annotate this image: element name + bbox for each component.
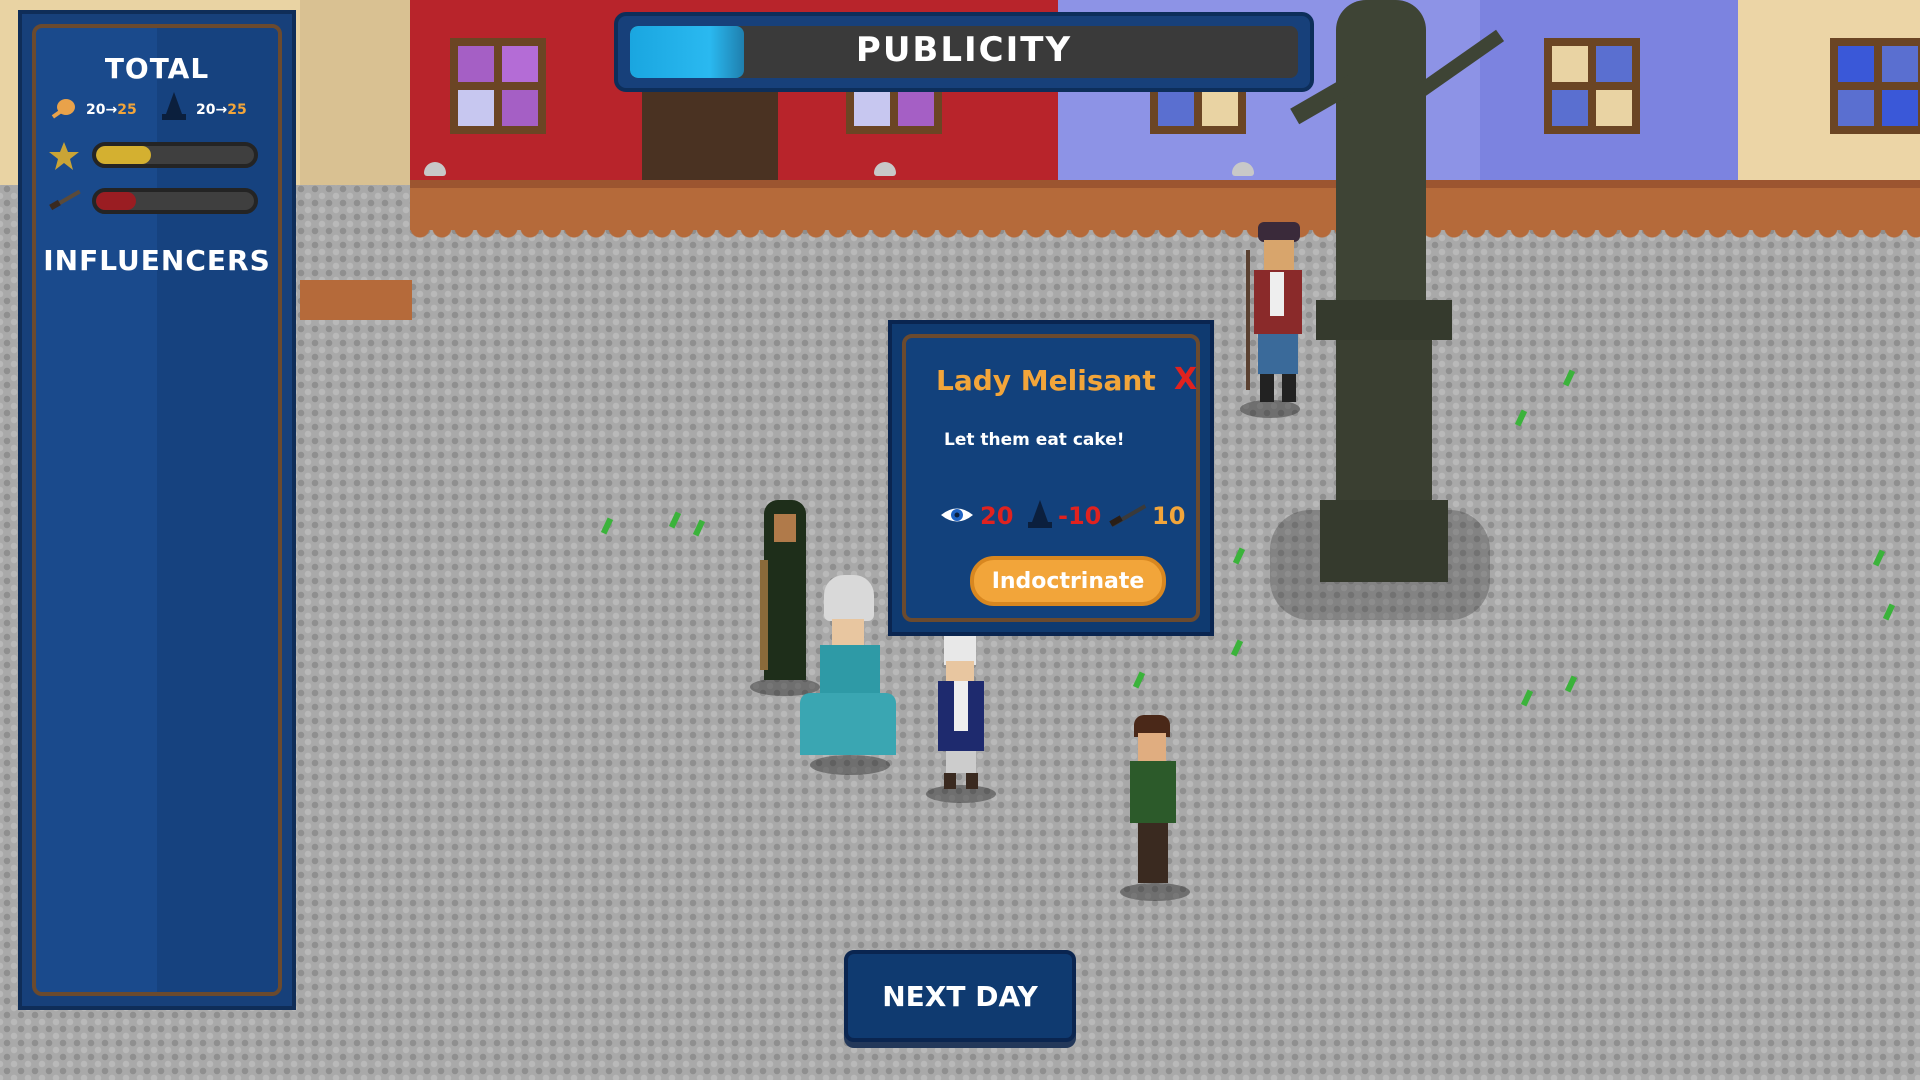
musket-icon [48, 188, 82, 212]
influencers-title: INFLUENCERS [43, 244, 271, 277]
food-stat: 20→25 [86, 102, 137, 118]
commoner[interactable] [1120, 715, 1190, 905]
food-stat-arrow: → [105, 102, 118, 118]
stats-panel: TOTAL 20→25 20→25 INFLUENCERS [18, 10, 296, 1010]
building-cream-side [300, 0, 412, 185]
star-icon [48, 140, 80, 172]
character-dialog: Lady Melisant X Let them eat cake! 20 -1… [888, 320, 1214, 636]
building-door [642, 90, 778, 190]
influence-stats: 20 -10 10 [940, 500, 1200, 530]
next-day-button[interactable]: NEXT DAY [844, 950, 1076, 1042]
peasant-with-pitchfork[interactable] [1230, 222, 1320, 422]
character-name: Lady Melisant [936, 364, 1156, 397]
food-stat-to: 25 [117, 102, 137, 118]
force-bar [92, 188, 258, 214]
force-bar-fill [96, 192, 136, 210]
dirt-road-left [300, 280, 412, 320]
clergy-stat: 20→25 [196, 102, 247, 118]
publicity-effect-value: 20 [980, 502, 1014, 530]
food-stat-from: 20 [86, 102, 106, 118]
clergy-effect-value: -10 [1058, 502, 1102, 530]
clergy-hat-icon [1026, 500, 1054, 530]
clergy-stat-from: 20 [196, 102, 216, 118]
fame-bar [92, 142, 258, 168]
eye-icon [940, 504, 974, 526]
dirt-road [410, 180, 1920, 240]
publicity-label: PUBLICITY [855, 30, 1073, 70]
force-effect-value: 10 [1152, 502, 1186, 530]
building-window [450, 38, 546, 134]
fame-bar-fill [96, 146, 152, 164]
close-button[interactable]: X [1174, 362, 1197, 397]
character-quote: Let them eat cake! [944, 430, 1125, 450]
building-window [1544, 38, 1640, 134]
publicity-meter: PUBLICITY [614, 12, 1314, 92]
food-icon [50, 98, 76, 120]
clergy-stat-to: 25 [227, 102, 247, 118]
indoctrinate-button[interactable]: Indoctrinate [970, 556, 1166, 606]
character-dialog-inner: Lady Melisant X Let them eat cake! 20 -1… [902, 334, 1200, 622]
musket-icon [1108, 502, 1148, 530]
clergy-stat-arrow: → [215, 102, 228, 118]
clergy-hat-icon [160, 92, 188, 122]
nobleman[interactable] [926, 635, 996, 805]
stats-panel-inner: TOTAL 20→25 20→25 INFLUENCERS [32, 24, 282, 996]
total-title: TOTAL [104, 52, 210, 85]
building-window [1830, 38, 1920, 134]
